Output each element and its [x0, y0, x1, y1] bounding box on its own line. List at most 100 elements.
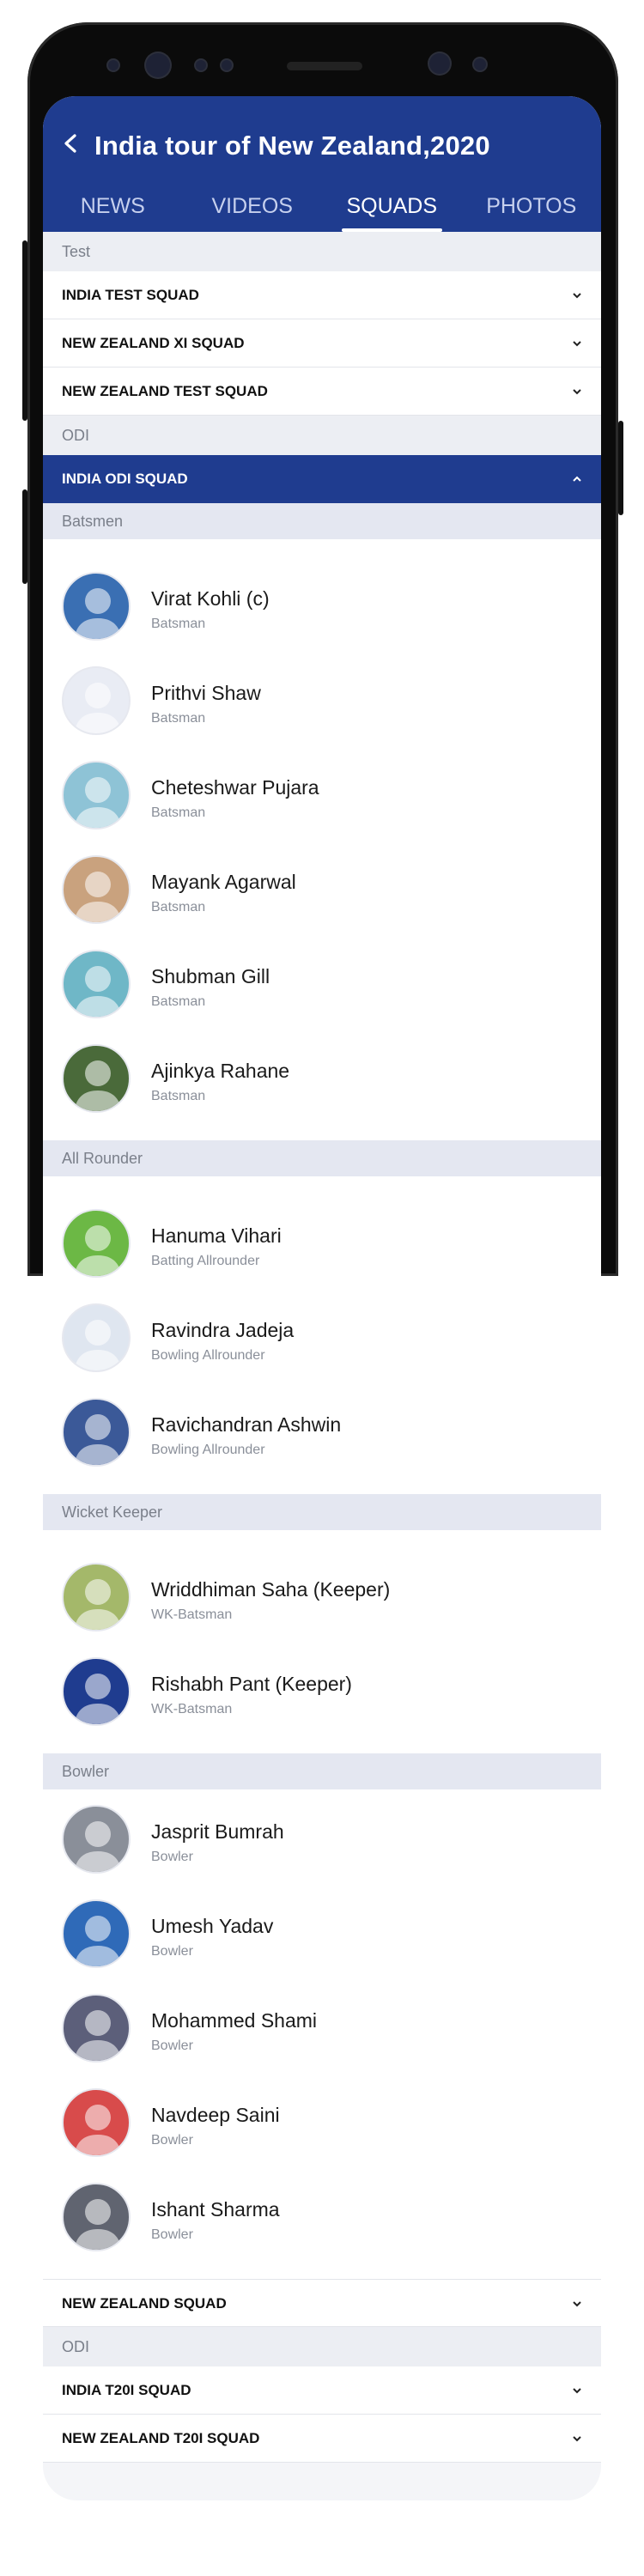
spacer [43, 1736, 601, 1753]
camera-icon [429, 53, 450, 74]
player-name: Cheteshwar Pujara [151, 776, 319, 799]
chevron-up-icon [573, 476, 581, 482]
player-row[interactable]: Mayank Agarwal Batsman [43, 840, 601, 934]
sensor-icon [108, 60, 118, 70]
chevron-down-icon [573, 293, 581, 299]
page-title: India tour of New Zealand,2020 [94, 131, 490, 161]
person-icon [74, 1320, 122, 1370]
bottom-area [43, 2463, 601, 2500]
player-name: Umesh Yadav [151, 1915, 274, 1937]
chevron-down-icon [573, 2388, 581, 2394]
player-row[interactable]: Jasprit Bumrah Bowler [43, 1789, 601, 1884]
person-icon [74, 872, 122, 922]
player-name: Mohammed Shami [151, 2009, 318, 2032]
player-role: Batsman [151, 994, 206, 1009]
player-role: Bowling Allrounder [151, 1443, 265, 1457]
person-icon [74, 683, 122, 733]
player-row[interactable]: Mohammed Shami Bowler [43, 1978, 601, 2073]
player-name: Jasprit Bumrah [151, 1820, 284, 1843]
sensor-icon [222, 60, 232, 70]
person-icon [74, 1674, 122, 1724]
tab-news[interactable]: NEWS [43, 191, 183, 232]
player-name: Prithvi Shaw [151, 682, 261, 704]
person-icon [74, 777, 122, 828]
accordion-nz-xi-squad[interactable]: NEW ZEALAND XI SQUAD [43, 319, 601, 368]
accordion-label: INDIA TEST SQUAD [62, 287, 199, 303]
person-icon [74, 2199, 122, 2250]
person-icon [74, 2010, 122, 2061]
back-arrow-icon[interactable] [62, 134, 81, 153]
player-role: Bowling Allrounder [151, 1348, 265, 1363]
person-icon [74, 1060, 122, 1111]
player-avatar [62, 1398, 131, 1467]
role-header-batsmen: Batsmen [43, 503, 601, 539]
player-avatar [62, 666, 131, 735]
accordion-india-test-squad[interactable]: INDIA TEST SQUAD [43, 271, 601, 319]
player-avatar [62, 855, 131, 924]
player-row[interactable]: Rishabh Pant (Keeper) WK-Batsman [43, 1642, 601, 1736]
app-header: India tour of New Zealand,2020 NEWS VIDE… [43, 96, 601, 232]
section-header-odi: ODI [43, 2327, 601, 2366]
tab-videos[interactable]: VIDEOS [183, 191, 323, 232]
player-row[interactable]: Ravichandran Ashwin Bowling Allrounder [43, 1382, 601, 1477]
accordion-nz-t20i-squad[interactable]: NEW ZEALAND T20I SQUAD [43, 2415, 601, 2463]
tab-squads[interactable]: SQUADS [322, 191, 462, 232]
player-role: Bowler [151, 2227, 193, 2242]
sensor-icon [196, 60, 206, 70]
player-role: Bowler [151, 1850, 193, 1864]
player-role: Bowler [151, 1944, 193, 1959]
accordion-nz-squad[interactable]: NEW ZEALAND SQUAD [43, 2279, 601, 2327]
spacer [43, 2262, 601, 2279]
person-icon [74, 1579, 122, 1630]
accordion-label: NEW ZEALAND TEST SQUAD [62, 383, 268, 399]
spacer [43, 539, 601, 556]
section-header-odi: ODI [43, 416, 601, 455]
spacer [43, 1176, 601, 1194]
role-header-all-rounder: All Rounder [43, 1140, 601, 1176]
player-role: Batsman [151, 1089, 206, 1103]
accordion-india-odi-squad[interactable]: INDIA ODI SQUAD [43, 455, 601, 503]
player-role: Bowler [151, 2038, 193, 2053]
tab-photos[interactable]: PHOTOS [462, 191, 602, 232]
player-name: Wriddhiman Saha (Keeper) [151, 1578, 391, 1601]
accordion-india-t20i-squad[interactable]: INDIA T20I SQUAD [43, 2366, 601, 2415]
person-icon [74, 588, 122, 639]
sensor-icon [474, 58, 486, 70]
player-avatar [62, 1303, 131, 1372]
player-row[interactable]: Umesh Yadav Bowler [43, 1884, 601, 1978]
player-avatar [62, 1563, 131, 1631]
person-icon [74, 966, 122, 1017]
player-avatar [62, 2088, 131, 2157]
player-row[interactable]: Ishant Sharma Bowler [43, 2167, 601, 2262]
player-row[interactable]: Ravindra Jadeja Bowling Allrounder [43, 1288, 601, 1382]
player-avatar [62, 1044, 131, 1113]
player-row[interactable]: Cheteshwar Pujara Batsman [43, 745, 601, 840]
player-name: Ravichandran Ashwin [151, 1413, 342, 1436]
player-row[interactable]: Hanuma Vihari Batting Allrounder [43, 1194, 601, 1288]
spacer [43, 1530, 601, 1547]
person-icon [74, 1821, 122, 1872]
player-avatar [62, 1209, 131, 1278]
player-row[interactable]: Virat Kohli (c) Batsman [43, 556, 601, 651]
player-avatar [62, 761, 131, 829]
chevron-down-icon [573, 389, 581, 395]
spacer [43, 1123, 601, 1140]
player-row[interactable]: Wriddhiman Saha (Keeper) WK-Batsman [43, 1547, 601, 1642]
player-row[interactable]: Shubman Gill Batsman [43, 934, 601, 1029]
person-icon [74, 1916, 122, 1966]
wicket-keeper-list: Wriddhiman Saha (Keeper) WK-Batsman Rishab… [43, 1547, 601, 1736]
player-row[interactable]: Navdeep Saini Bowler [43, 2073, 601, 2167]
player-row[interactable]: Prithvi Shaw Batsman [43, 651, 601, 745]
player-role: Bowler [151, 2133, 193, 2148]
accordion-nz-test-squad[interactable]: NEW ZEALAND TEST SQUAD [43, 368, 601, 416]
player-role: Batsman [151, 805, 206, 820]
player-role: Batsman [151, 617, 206, 631]
player-avatar [62, 1899, 131, 1968]
phone-side-button [618, 421, 623, 515]
player-row[interactable]: Ajinkya Rahane Batsman [43, 1029, 601, 1123]
chevron-down-icon [573, 341, 581, 347]
player-role: Batsman [151, 900, 206, 914]
accordion-label: INDIA T20I SQUAD [62, 2382, 191, 2398]
role-header-bowler: Bowler [43, 1753, 601, 1789]
phone-side-button [22, 240, 27, 421]
